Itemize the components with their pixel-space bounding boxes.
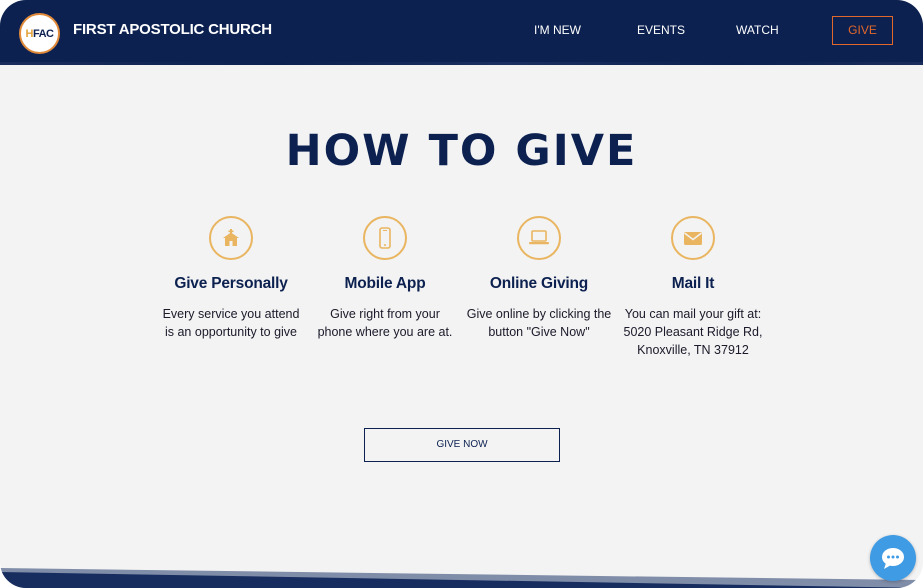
description-line: Knoxville, TN 37912: [637, 343, 749, 357]
method-description: You can mail your gift at: 5020 Pleasant…: [616, 305, 770, 359]
laptop-icon: [517, 216, 561, 260]
nav-watch[interactable]: WATCH: [736, 21, 779, 39]
method-mail-it: Mail It You can mail your gift at: 5020 …: [616, 216, 770, 359]
nav-im-new[interactable]: I'M NEW: [534, 21, 581, 39]
give-nav-button[interactable]: GIVE: [832, 16, 893, 45]
description-line: You can mail your gift at:: [624, 307, 762, 321]
nav-events[interactable]: EVENTS: [637, 21, 685, 39]
page-frame: HFAC FIRST APOSTOLIC CHURCH I'M NEW EVEN…: [0, 0, 923, 588]
chat-bubble-icon[interactable]: [870, 535, 916, 581]
description-line: phone where you are at.: [317, 325, 453, 339]
method-description: Every service you attend is an opportuni…: [154, 305, 308, 341]
description-line: button "Give Now": [488, 325, 590, 339]
phone-icon: [363, 216, 407, 260]
method-give-personally: Give Personally Every service you attend…: [154, 216, 308, 341]
give-now-button[interactable]: GIVE NOW: [364, 428, 560, 462]
method-description: Give right from your phone where you are…: [308, 305, 462, 341]
church-icon: [209, 216, 253, 260]
method-title: Online Giving: [489, 275, 589, 292]
method-title: Give Personally: [174, 275, 288, 292]
logo-wordmark: HFAC: [25, 27, 54, 40]
description-line: Give online by clicking the: [466, 307, 612, 321]
header-divider: [0, 62, 923, 65]
method-title: Mail It: [671, 275, 715, 292]
description-line: Give right from your: [330, 307, 440, 321]
method-title: Mobile App: [344, 275, 426, 292]
page-title: HOW TO GIVE: [285, 126, 638, 176]
method-online-giving: Online Giving Give online by clicking th…: [462, 216, 616, 341]
description-line: Every service you attend: [162, 307, 300, 321]
envelope-icon: [671, 216, 715, 260]
site-header: HFAC FIRST APOSTOLIC CHURCH I'M NEW EVEN…: [0, 0, 923, 62]
description-line: 5020 Pleasant Ridge Rd,: [623, 325, 763, 339]
site-title[interactable]: FIRST APOSTOLIC CHURCH: [73, 20, 272, 40]
footer-wave: [0, 568, 923, 588]
method-description: Give online by clicking the button "Give…: [462, 305, 616, 341]
description-line: is an opportunity to give: [164, 325, 298, 339]
church-logo[interactable]: HFAC: [19, 13, 60, 54]
method-mobile-app: Mobile App Give right from your phone wh…: [308, 216, 462, 341]
